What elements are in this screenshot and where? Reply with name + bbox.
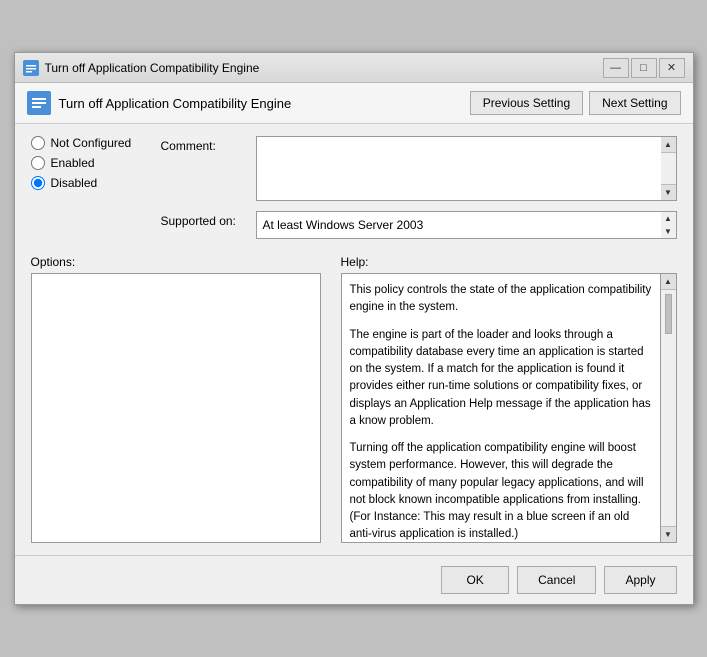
radio-not-configured[interactable]: Not Configured [31, 136, 161, 150]
supported-field-container: At least Windows Server 2003 ▲ ▼ [256, 211, 677, 239]
close-button[interactable]: ✕ [659, 58, 685, 78]
help-box-wrapper: This policy controls the state of the ap… [341, 273, 677, 543]
comment-field-container: ▲ ▼ [256, 136, 677, 201]
help-section: Help: This policy controls the state of … [341, 255, 677, 543]
content-area: Not Configured Enabled Disabled Comment: [15, 124, 693, 555]
previous-setting-button[interactable]: Previous Setting [470, 91, 583, 115]
supported-scroll-up[interactable]: ▲ [661, 212, 676, 225]
comment-label: Comment: [161, 136, 256, 153]
help-label: Help: [341, 255, 677, 269]
help-p3: Turning off the application compatibilit… [350, 440, 652, 543]
supported-value: At least Windows Server 2003 [263, 218, 424, 232]
apply-button[interactable]: Apply [604, 566, 676, 594]
comment-textarea[interactable] [256, 136, 677, 201]
radio-not-configured-input[interactable] [31, 136, 45, 150]
window-icon [23, 60, 39, 76]
help-scroll-thumb-track [661, 290, 676, 526]
scroll-down-arrow[interactable]: ▼ [661, 184, 676, 200]
comment-textarea-wrapper: ▲ ▼ [256, 136, 677, 201]
scroll-track [661, 153, 676, 184]
options-help-section: Options: Help: This policy controls the … [31, 255, 677, 543]
options-label: Options: [31, 255, 331, 269]
help-scroll-up-arrow[interactable]: ▲ [661, 274, 676, 290]
supported-label: Supported on: [161, 211, 256, 228]
supported-scrollbar: ▲ ▼ [661, 211, 677, 239]
options-box [31, 273, 321, 543]
header-buttons: Previous Setting Next Setting [470, 91, 681, 115]
options-section: Options: [31, 255, 331, 543]
main-window: Turn off Application Compatibility Engin… [14, 52, 694, 605]
help-text-box: This policy controls the state of the ap… [341, 273, 661, 543]
header-bar: Turn off Application Compatibility Engin… [15, 83, 693, 124]
window-controls: — □ ✕ [603, 58, 685, 78]
comment-scrollbar: ▲ ▼ [661, 136, 677, 201]
scroll-up-arrow[interactable]: ▲ [661, 137, 676, 153]
minimize-button[interactable]: — [603, 58, 629, 78]
maximize-button[interactable]: □ [631, 58, 657, 78]
right-panel: Comment: ▲ ▼ Support [161, 136, 677, 239]
radio-enabled[interactable]: Enabled [31, 156, 161, 170]
help-scroll-thumb[interactable] [665, 294, 672, 334]
footer-bar: OK Cancel Apply [15, 555, 693, 604]
supported-select[interactable]: At least Windows Server 2003 [256, 211, 661, 239]
supported-scroll-down[interactable]: ▼ [661, 225, 676, 238]
header-title-area: Turn off Application Compatibility Engin… [27, 91, 292, 115]
title-bar: Turn off Application Compatibility Engin… [15, 53, 693, 83]
supported-row: Supported on: At least Windows Server 20… [161, 211, 677, 239]
cancel-button[interactable]: Cancel [517, 566, 596, 594]
help-scrollbar: ▲ ▼ [661, 273, 677, 543]
help-scroll-down-arrow[interactable]: ▼ [661, 526, 676, 542]
help-p1: This policy controls the state of the ap… [350, 282, 652, 317]
comment-row: Comment: ▲ ▼ [161, 136, 677, 201]
radio-not-configured-label: Not Configured [51, 136, 132, 150]
radio-disabled-input[interactable] [31, 176, 45, 190]
ok-button[interactable]: OK [441, 566, 509, 594]
next-setting-button[interactable]: Next Setting [589, 91, 680, 115]
radio-group: Not Configured Enabled Disabled [31, 136, 161, 190]
window-title: Turn off Application Compatibility Engin… [45, 61, 603, 75]
radio-enabled-label: Enabled [51, 156, 95, 170]
supported-select-wrapper: At least Windows Server 2003 ▲ ▼ [256, 211, 677, 239]
radio-disabled-label: Disabled [51, 176, 98, 190]
radio-disabled[interactable]: Disabled [31, 176, 161, 190]
header-title: Turn off Application Compatibility Engin… [59, 96, 292, 111]
header-icon [27, 91, 51, 115]
radio-enabled-input[interactable] [31, 156, 45, 170]
help-p2: The engine is part of the loader and loo… [350, 327, 652, 431]
